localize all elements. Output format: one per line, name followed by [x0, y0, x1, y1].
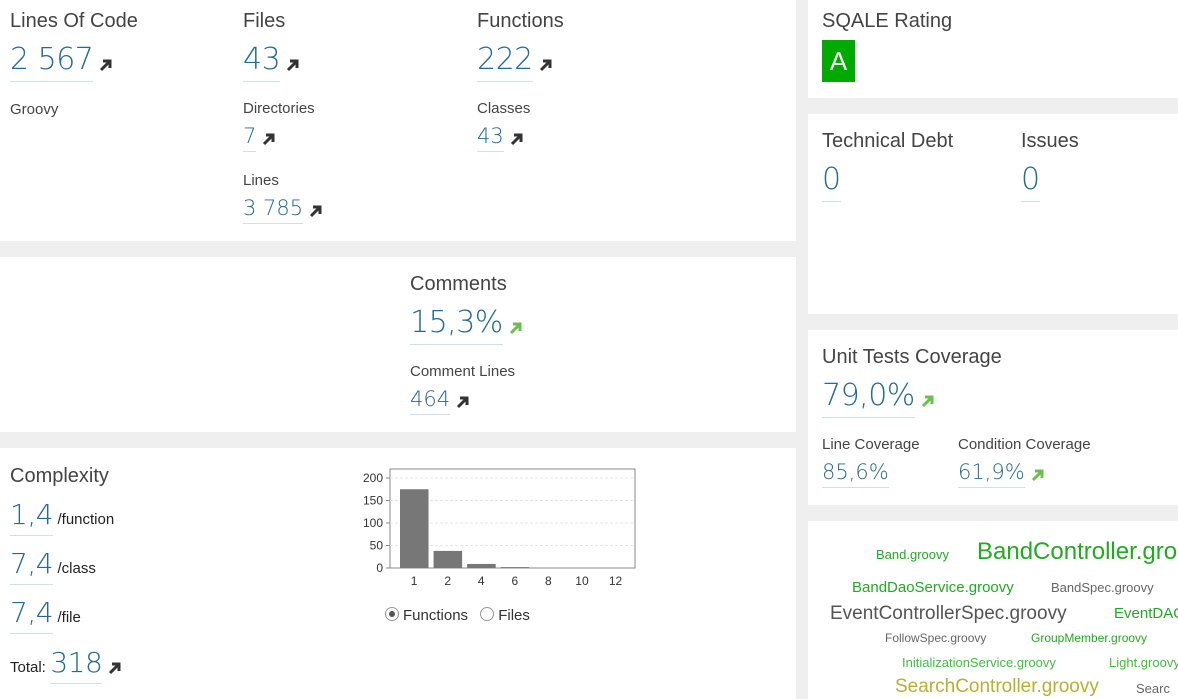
chart-x-tick-label: 6: [511, 574, 518, 588]
trend-up-green-icon: [509, 321, 523, 335]
cloud-item[interactable]: Searc: [1136, 681, 1170, 696]
cloud-item[interactable]: Band.groovy: [876, 547, 949, 562]
trend-up-icon: [99, 58, 113, 72]
complexity-distribution-chart: 0501001502001 2 4 6 8 10 12: [363, 468, 636, 588]
cloud-item[interactable]: SearchController.groovy: [895, 676, 1099, 698]
classes-label: Classes: [477, 100, 531, 117]
radio-files[interactable]: Files: [480, 607, 530, 624]
comment-lines-label: Comment Lines: [410, 363, 516, 380]
trend-up-green-icon: [1031, 468, 1045, 482]
trend-up-icon: [309, 204, 323, 218]
radio-functions[interactable]: Functions: [385, 607, 468, 624]
trend-up-green-icon: [921, 394, 935, 408]
size-panel: Lines Of Code 2 567 Groovy Files 43 Dire…: [0, 0, 796, 241]
sqale-panel: SQALE Rating A: [808, 0, 1178, 98]
lines-of-code-value[interactable]: 2 567: [10, 42, 94, 82]
issues-value[interactable]: 0: [1021, 162, 1040, 202]
file-cloud-panel: Band.groovy BandController.groovy BandDa…: [808, 521, 1178, 699]
unit-tests-coverage-value[interactable]: 79,0%: [822, 378, 915, 418]
chart-y-tick-label: 200: [363, 471, 383, 485]
chart-y-tick-label: 100: [363, 516, 383, 530]
cloud-item[interactable]: BandSpec.groovy: [1051, 580, 1154, 595]
sqale-rating-badge[interactable]: A: [822, 40, 855, 82]
trend-up-icon: [286, 58, 300, 72]
per-class-unit: /class: [57, 560, 96, 577]
directories-value[interactable]: 7: [243, 124, 257, 152]
trend-up-icon: [510, 132, 524, 146]
complexity-panel: Complexity 1,4 /function 7,4 /class 7,4 …: [0, 448, 796, 699]
chart-y-tick-label: 50: [370, 539, 384, 553]
lines-of-code-label: Lines Of Code: [10, 10, 138, 32]
chart-bar: [433, 550, 463, 568]
cloud-item[interactable]: GroupMember.groovy: [1031, 631, 1147, 645]
lines-value[interactable]: 3 785: [243, 196, 304, 224]
complexity-label: Complexity: [10, 465, 109, 487]
per-function-unit: /function: [57, 511, 115, 528]
cloud-item[interactable]: FollowSpec.groovy: [885, 631, 986, 645]
radio-selected-icon: [385, 607, 399, 621]
chart-x-tick-label: 4: [478, 574, 485, 588]
chart-x-tick-label: 10: [575, 574, 589, 588]
chart-bar: [400, 489, 429, 568]
cloud-item[interactable]: Light.groovy: [1109, 655, 1178, 670]
line-coverage-label: Line Coverage: [822, 436, 920, 453]
trend-up-icon: [108, 661, 122, 675]
line-coverage-value[interactable]: 85,6%: [822, 460, 889, 488]
cloud-item[interactable]: EventControllerSpec.groovy: [830, 603, 1067, 625]
directories-label: Directories: [243, 100, 315, 117]
chart-bar: [467, 563, 496, 568]
functions-label: Functions: [477, 10, 564, 32]
chart-x-tick-label: 1: [411, 574, 418, 588]
classes-value[interactable]: 43: [477, 124, 504, 152]
trend-up-icon: [456, 395, 470, 409]
technical-debt-label: Technical Debt: [822, 130, 954, 152]
files-value[interactable]: 43: [243, 42, 281, 82]
cloud-item[interactable]: EventDAO: [1114, 605, 1178, 622]
chart-y-tick-label: 0: [376, 561, 383, 575]
chart-x-tick-label: 2: [444, 574, 451, 588]
cloud-item[interactable]: InitializationService.groovy: [902, 655, 1056, 670]
per-file-unit: /file: [57, 609, 81, 626]
comment-lines-value[interactable]: 464: [410, 387, 451, 415]
complexity-per-class-value[interactable]: 7,4: [10, 547, 54, 585]
cloud-item[interactable]: BandController.groovy: [977, 538, 1178, 566]
complexity-total-value[interactable]: 318: [50, 646, 103, 684]
comments-value[interactable]: 15,3%: [410, 305, 503, 345]
radio-unselected-icon: [480, 607, 495, 621]
sqale-rating-label: SQALE Rating: [822, 10, 953, 32]
technical-debt-value[interactable]: 0: [822, 162, 841, 202]
unit-tests-coverage-label: Unit Tests Coverage: [822, 346, 1002, 368]
debt-panel: Technical Debt 0 Issues 0: [808, 114, 1178, 314]
language-label: Groovy: [10, 101, 59, 118]
complexity-per-file-value[interactable]: 7,4: [10, 596, 54, 634]
comments-panel: Comments 15,3% Comment Lines 464: [0, 257, 796, 432]
cloud-item[interactable]: BandDaoService.groovy: [852, 579, 1014, 596]
trend-up-icon: [539, 58, 553, 72]
chart-y-tick-label: 150: [363, 494, 383, 508]
condition-coverage-label: Condition Coverage: [958, 436, 1091, 453]
trend-up-icon: [262, 132, 276, 146]
issues-label: Issues: [1021, 130, 1079, 152]
chart-bar: [500, 567, 530, 568]
files-label: Files: [243, 10, 286, 32]
functions-value[interactable]: 222: [477, 42, 533, 82]
condition-coverage-value[interactable]: 61,9%: [958, 460, 1025, 488]
lines-label: Lines: [243, 172, 279, 189]
tests-panel: Unit Tests Coverage 79,0% Line Coverage …: [808, 330, 1178, 505]
complexity-per-function-value[interactable]: 1,4: [10, 498, 54, 536]
comments-label: Comments: [410, 273, 507, 295]
chart-x-tick-label: 12: [609, 574, 623, 588]
chart-x-tick-label: 8: [545, 574, 552, 588]
complexity-total-label: Total:: [10, 659, 46, 676]
